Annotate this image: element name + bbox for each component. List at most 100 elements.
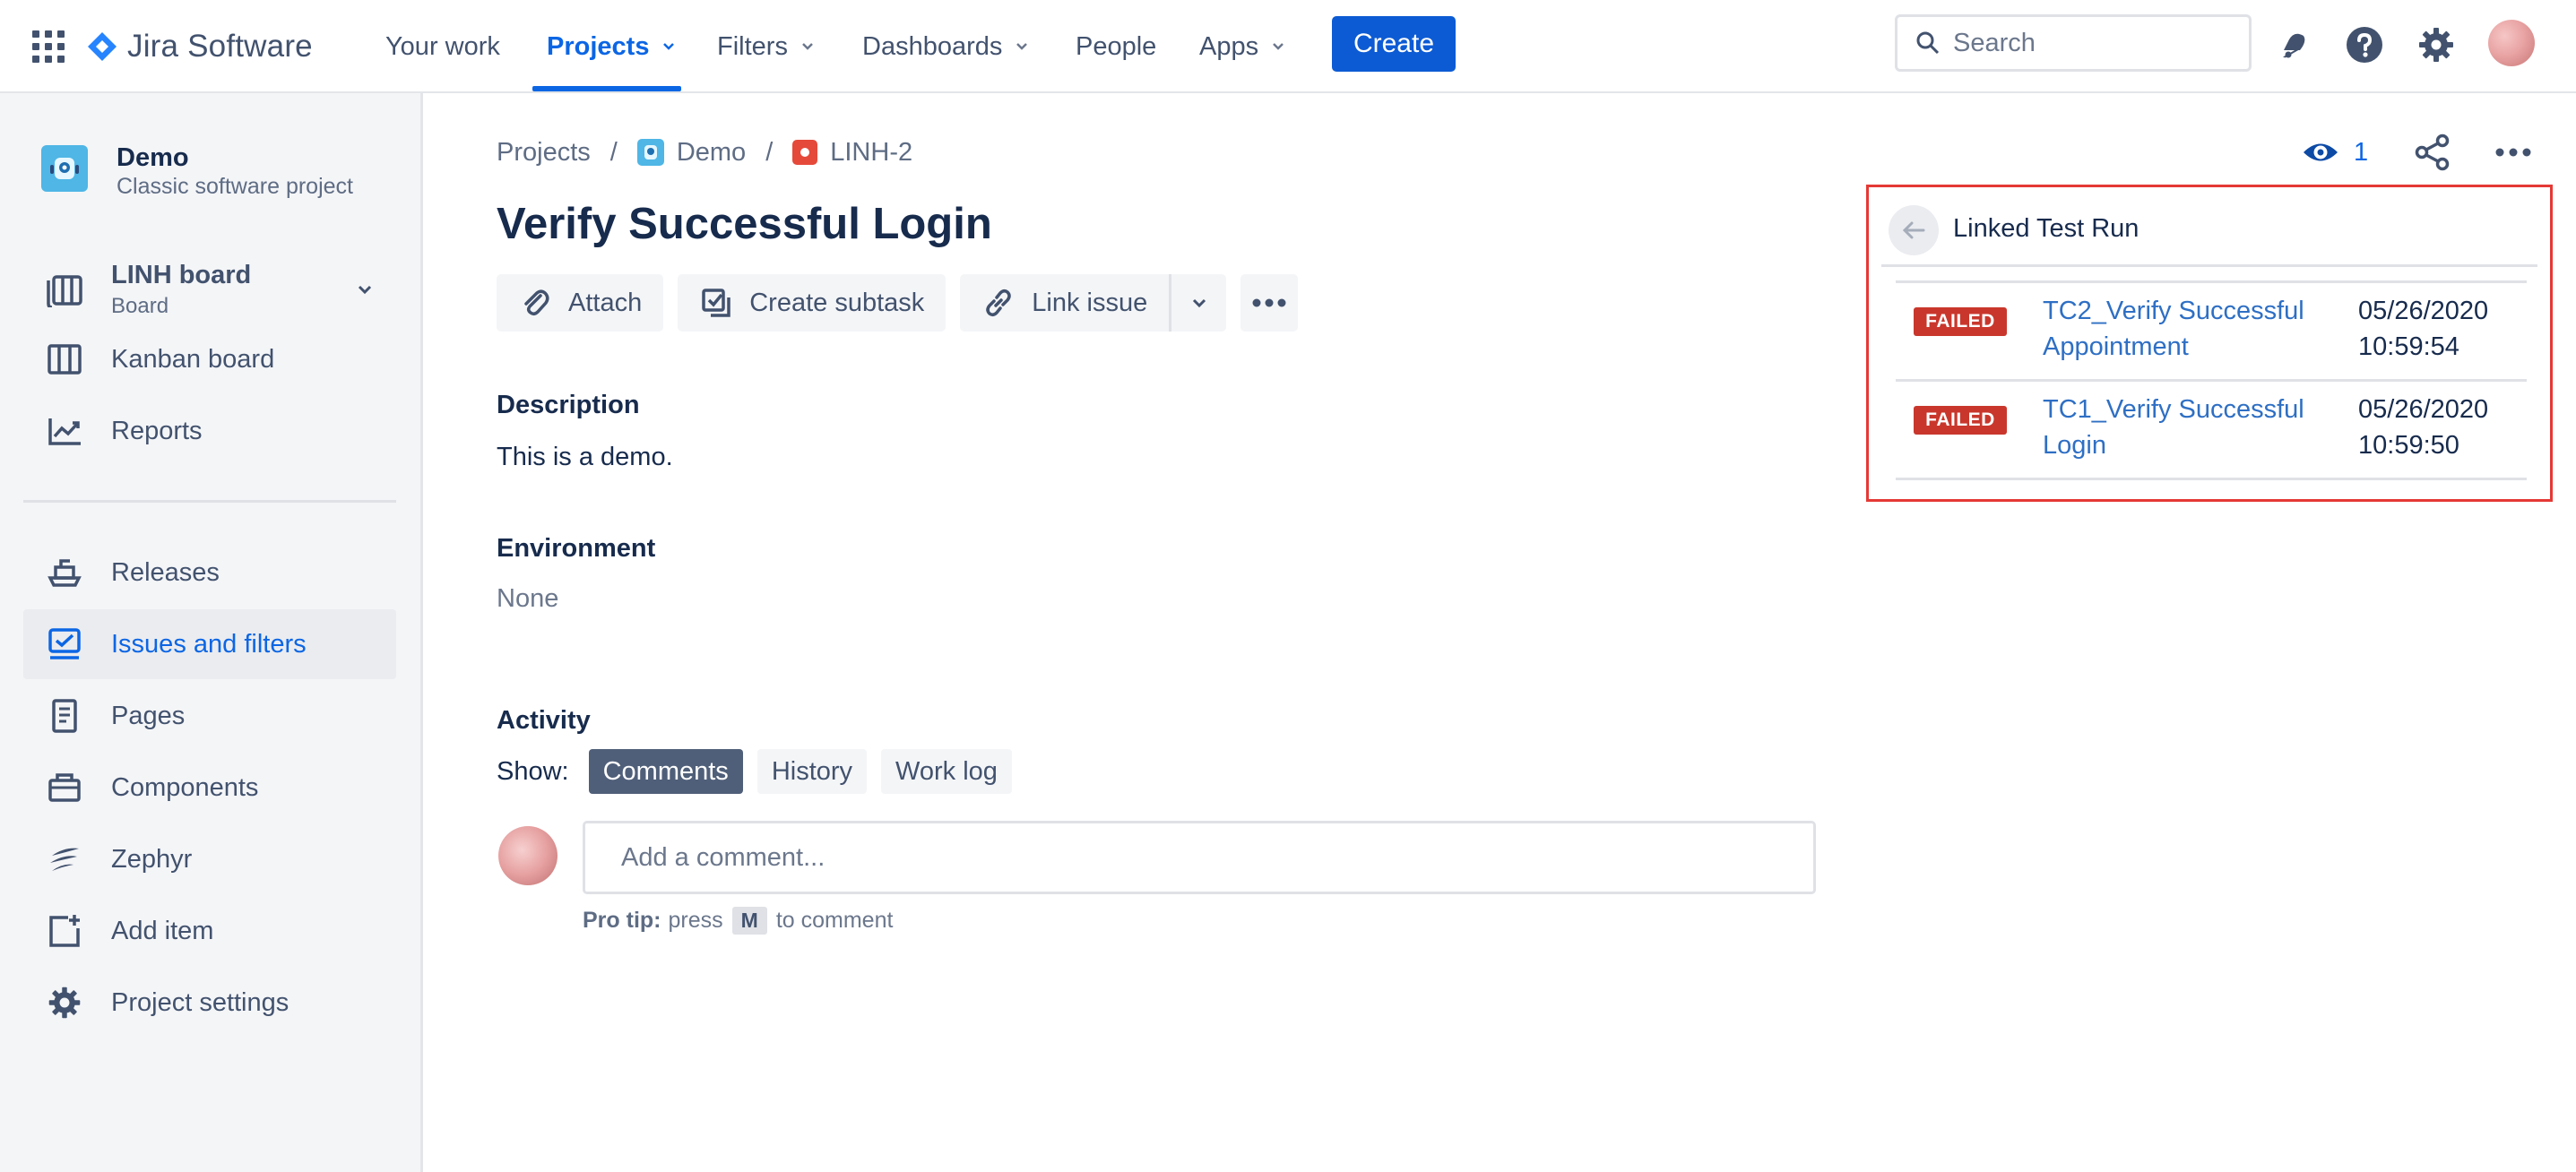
notifications-icon[interactable] [2271, 22, 2318, 68]
test-run-name-line2: Appointment [2043, 332, 2189, 361]
sidebar-item-kanban-board[interactable]: Kanban board [23, 324, 396, 394]
test-run-link[interactable]: TC1_Verify Successful Login [2043, 392, 2338, 463]
show-label: Show: [497, 756, 569, 786]
create-subtask-button[interactable]: Create subtask [678, 274, 947, 332]
attachment-icon [518, 286, 552, 320]
more-actions-button[interactable] [1240, 274, 1299, 332]
sidebar-item-label: Kanban board [111, 344, 275, 374]
settings-icon [45, 983, 84, 1022]
releases-icon [45, 553, 84, 592]
nav-projects[interactable]: Projects [547, 23, 678, 70]
chevron-down-icon[interactable] [355, 280, 375, 299]
breadcrumb-demo-label: Demo [676, 137, 747, 167]
issue-title[interactable]: Verify Successful Login [497, 199, 992, 249]
nav-your-work[interactable]: Your work [385, 23, 500, 70]
chevron-down-icon [1273, 43, 1284, 50]
nav-people[interactable]: People [1076, 23, 1156, 70]
nav-dashboards[interactable]: Dashboards [862, 23, 1031, 70]
kanban-icon [45, 340, 84, 379]
avatar[interactable] [2488, 20, 2535, 66]
nav-people-label: People [1076, 31, 1157, 61]
search-placeholder: Search [1953, 28, 2036, 57]
pro-tip: Pro tip: press M to comment [583, 907, 893, 935]
board-title: LINH board [111, 260, 252, 289]
sidebar-item-add-item[interactable]: Add item [23, 896, 396, 966]
pro-tip-text: press [668, 908, 723, 933]
breadcrumb: Projects / Demo / LINH-2 [497, 134, 912, 170]
breadcrumb-issue-key[interactable]: LINH-2 [792, 138, 912, 168]
zephyr-icon [45, 840, 84, 879]
search-input[interactable]: Search [1895, 14, 2252, 72]
board-subtitle: Board [111, 293, 169, 318]
nav-apps[interactable]: Apps [1199, 23, 1287, 70]
chevron-down-icon [1016, 43, 1028, 50]
sidebar-item-label: Releases [111, 557, 220, 587]
sidebar-item-label: Issues and filters [111, 629, 307, 659]
app-switcher-icon[interactable] [29, 27, 68, 66]
tab-history[interactable]: History [756, 749, 868, 794]
sidebar-item-board[interactable]: LINH board Board [23, 251, 396, 328]
share-icon[interactable] [2413, 133, 2452, 172]
row-divider [1896, 379, 2527, 382]
avatar [498, 826, 558, 885]
sidebar-item-reports[interactable]: Reports [23, 396, 396, 466]
nav-filters[interactable]: Filters [717, 23, 817, 70]
test-run-time: 10:59:50 [2358, 431, 2459, 460]
sidebar-item-label: Pages [111, 701, 186, 730]
status-badge: FAILED [1914, 406, 2007, 435]
sidebar-item-project-settings[interactable]: Project settings [23, 968, 396, 1038]
description-label: Description [497, 391, 640, 419]
test-run-link[interactable]: TC2_Verify Successful Appointment [2043, 293, 2338, 365]
activity-filter: Show: Comments History Work log [497, 749, 1026, 794]
shortcut-key: M [731, 907, 767, 935]
sidebar-item-issues-and-filters[interactable]: Issues and filters [23, 609, 396, 679]
sidebar-item-releases[interactable]: Releases [23, 538, 396, 608]
nav-dashboards-label: Dashboards [862, 31, 1003, 61]
sidebar-divider [23, 500, 396, 503]
linked-test-run-title: Linked Test Run [1953, 214, 2139, 243]
create-button[interactable]: Create [1332, 16, 1456, 72]
panel-divider [1881, 264, 2537, 267]
description-text[interactable]: This is a demo. [497, 443, 673, 472]
more-icon[interactable] [2494, 136, 2533, 168]
chevron-down-icon [802, 43, 813, 50]
subtask-icon [699, 286, 733, 320]
attach-button[interactable]: Attach [497, 274, 664, 332]
link-issue-dropdown[interactable] [1169, 274, 1227, 332]
more-icon [1252, 298, 1286, 307]
breadcrumb-projects[interactable]: Projects [497, 138, 591, 168]
test-run-time: 10:59:54 [2358, 332, 2459, 361]
link-issue-button[interactable]: Link issue [960, 274, 1170, 332]
table-row: FAILED TC1_Verify Successful Login 05/26… [1896, 390, 2541, 487]
create-subtask-label: Create subtask [749, 288, 925, 317]
test-run-date: 05/26/2020 [2358, 395, 2489, 424]
sidebar-item-pages[interactable]: Pages [23, 681, 396, 751]
project-sidebar: Demo Classic software project LINH board… [0, 93, 423, 1172]
watch-count: 1 [2354, 137, 2369, 167]
chevron-down-icon [1192, 298, 1206, 308]
tab-work-log[interactable]: Work log [881, 749, 1012, 794]
row-divider [1896, 478, 2527, 480]
watch-button[interactable]: 1 [2302, 133, 2368, 172]
comment-input[interactable]: Add a comment... [583, 821, 1816, 894]
tab-comments[interactable]: Comments [588, 749, 743, 794]
pro-tip-prefix: Pro tip: [583, 908, 661, 933]
settings-icon[interactable] [2413, 22, 2459, 68]
sidebar-item-components[interactable]: Components [23, 753, 396, 823]
back-arrow-icon[interactable] [1889, 205, 1939, 255]
project-type: Classic software project [117, 174, 353, 199]
breadcrumb-demo[interactable]: Demo [636, 137, 747, 168]
sidebar-item-zephyr[interactable]: Zephyr [23, 824, 396, 894]
project-avatar[interactable] [41, 145, 88, 192]
link-icon [981, 286, 1016, 320]
board-label: LINH board Board [111, 261, 251, 319]
help-icon[interactable] [2341, 22, 2388, 68]
jira-logo[interactable]: Jira Software [86, 25, 313, 68]
breadcrumb-separator: / [765, 137, 774, 167]
sidebar-item-label: Add item [111, 916, 214, 945]
breadcrumb-issue-key-label: LINH-2 [830, 137, 913, 167]
nav-your-work-label: Your work [385, 31, 500, 61]
nav-apps-label: Apps [1199, 31, 1259, 61]
bug-icon [792, 140, 818, 165]
environment-value[interactable]: None [497, 584, 558, 614]
